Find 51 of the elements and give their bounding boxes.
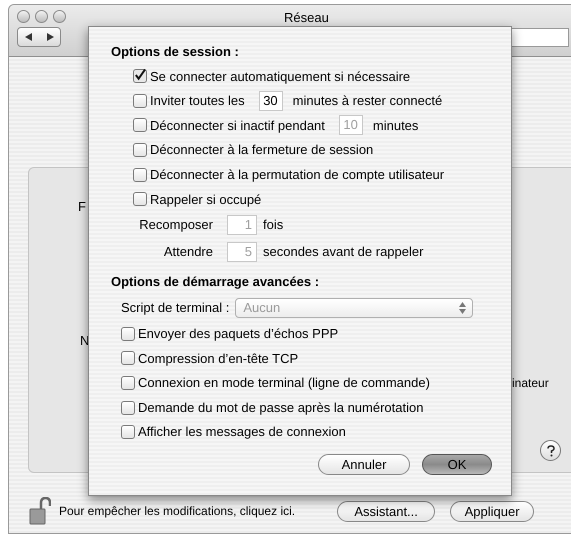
window-control[interactable]	[17, 10, 30, 22]
field-label: Attendre	[162, 243, 214, 262]
checkmark-icon	[134, 68, 146, 82]
option-label: Afficher les messages de connexion	[138, 423, 346, 442]
lock-icon[interactable]	[29, 497, 51, 525]
up-down-arrows-icon	[459, 302, 466, 314]
field-label: F	[78, 198, 86, 216]
window-control[interactable]	[53, 10, 66, 22]
back-arrow-icon	[24, 33, 33, 41]
back-forward-control[interactable]	[17, 27, 62, 47]
forward-arrow-icon	[46, 33, 54, 41]
option-label: Compression d’en-tête TCP	[138, 350, 298, 368]
checkbox[interactable]	[133, 192, 147, 206]
option-label: Connexion en mode terminal (ligne de commande)	[138, 374, 430, 392]
option-label: Déconnecter si inactif pendant	[150, 116, 325, 135]
option-label: Rappeler si occupé	[150, 190, 262, 209]
checkbox[interactable]	[121, 326, 135, 341]
field-label: Script de terminal :	[121, 298, 230, 317]
checkbox[interactable]	[133, 118, 147, 132]
section-heading: Options de démarrage avancées :	[111, 272, 320, 291]
window-title: Réseau	[284, 9, 329, 27]
checkbox[interactable]	[121, 351, 135, 366]
checkbox[interactable]	[133, 168, 147, 182]
field-label: Recomposer	[138, 216, 214, 234]
field-label: secondes avant de rappeler	[263, 243, 424, 262]
option-label: Demande du mot de passe après la numérotation	[138, 398, 424, 417]
checkbox[interactable]	[133, 69, 147, 84]
option-label: minutes à rester connecté	[292, 92, 442, 110]
push-button[interactable]: Assistant...	[337, 500, 436, 522]
checkbox[interactable]	[133, 94, 147, 108]
option-label: minutes	[372, 116, 418, 135]
checkbox[interactable]	[121, 400, 135, 415]
checkbox[interactable]	[133, 143, 147, 158]
help-button[interactable]	[540, 440, 561, 461]
option-label: Inviter toutes les	[150, 92, 245, 110]
field-label: fois	[263, 216, 284, 234]
checkbox[interactable]	[121, 425, 135, 440]
question-mark-icon	[546, 444, 554, 456]
push-button[interactable]: Appliquer	[450, 500, 534, 522]
checkbox[interactable]	[121, 376, 135, 390]
option-label: Déconnecter à la fermeture de session	[150, 141, 374, 160]
lock-hint-text: Pour empêcher les modifications, cliquez ici.	[59, 503, 296, 520]
option-label: Déconnecter à la permutation de compte utilisateur	[150, 166, 444, 184]
option-label: Se connecter automatiquement si nécessaire	[150, 68, 410, 86]
section-heading: Options de session :	[111, 43, 240, 61]
note-text: inateur	[512, 375, 549, 392]
default-button[interactable]: OK	[422, 454, 492, 475]
push-button[interactable]: Annuler	[318, 454, 410, 475]
option-label: Envoyer des paquets d’échos PPP	[138, 325, 338, 344]
window-control[interactable]	[35, 10, 48, 22]
number-field[interactable]: 30	[258, 90, 283, 111]
